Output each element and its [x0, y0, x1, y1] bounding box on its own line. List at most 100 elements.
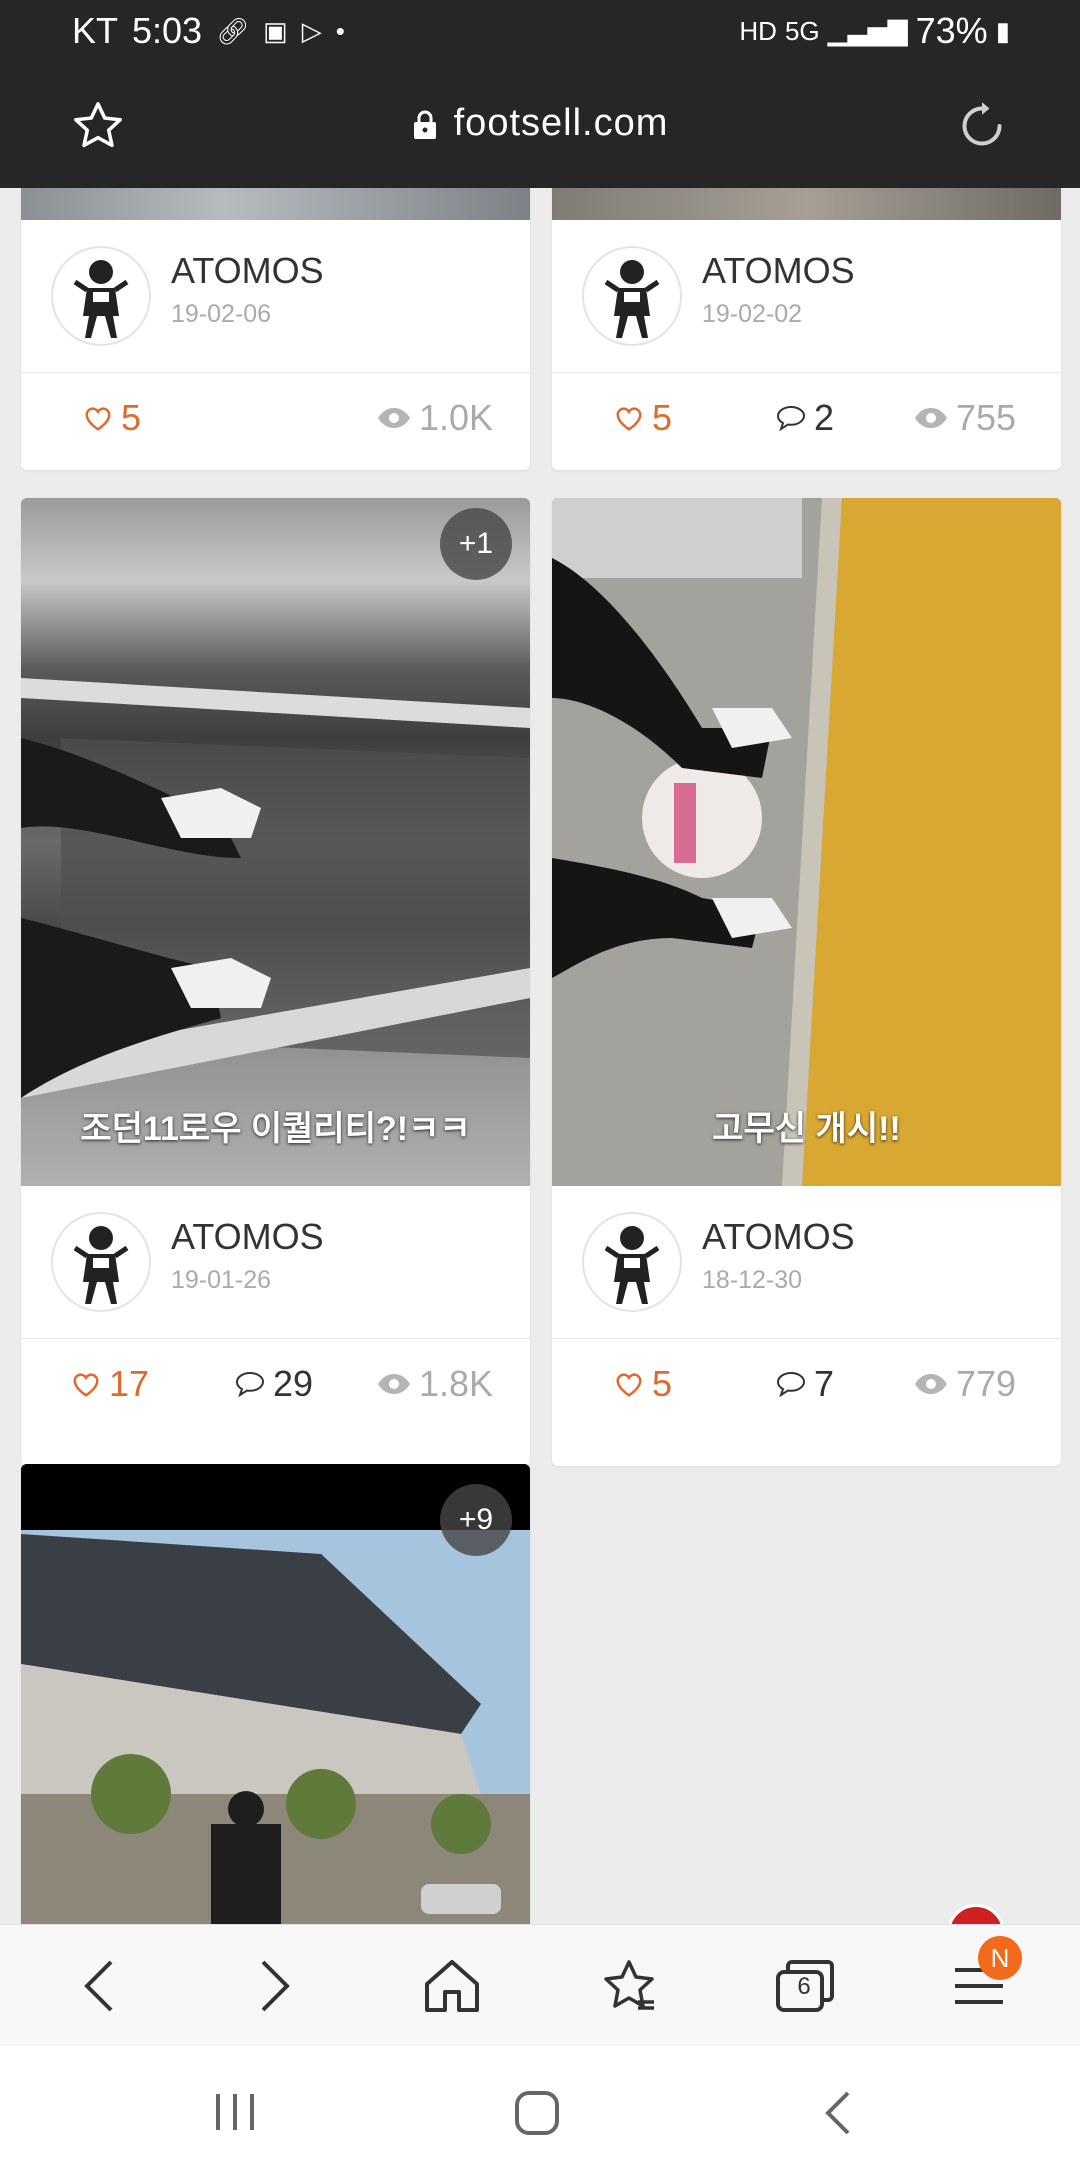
- extra-images-badge: +1: [440, 508, 512, 580]
- notification-icon: ▷: [301, 15, 322, 46]
- tabs-button[interactable]: 6: [770, 1951, 840, 2021]
- system-navigation-bar: [0, 2046, 1080, 2175]
- stats-row: 5 2 755: [552, 373, 1061, 467]
- post-card[interactable]: ATOMOS 19-02-02 5 2 755: [552, 188, 1061, 470]
- author-row[interactable]: ATOMOS 19-02-02: [552, 220, 1061, 373]
- like-count[interactable]: 17: [71, 1363, 149, 1405]
- avatar[interactable]: [51, 246, 151, 346]
- post-date: 19-02-06: [171, 300, 272, 328]
- author-row[interactable]: ATOMOS 18-12-30: [552, 1186, 1061, 1339]
- home-icon: [425, 1960, 479, 2012]
- eye-icon: [915, 1374, 947, 1394]
- heart-icon: [73, 1373, 99, 1397]
- author-row[interactable]: ATOMOS 19-02-06: [21, 220, 530, 373]
- post-date: 19-02-02: [702, 300, 803, 328]
- eye-icon: [378, 1374, 410, 1394]
- chevron-right-icon: [261, 1960, 290, 2012]
- like-value: 17: [109, 1363, 150, 1404]
- post-feed[interactable]: ATOMOS 19-02-06 5 1.0K ATOMOS 19-02-02 5…: [0, 188, 1080, 1924]
- dot-icon: •: [335, 15, 345, 46]
- stats-row: 5 1.0K: [21, 373, 530, 467]
- post-thumbnail[interactable]: [21, 188, 530, 220]
- post-caption: 고무신 개시!!: [712, 1110, 901, 1148]
- view-count: 1.0K: [377, 397, 493, 439]
- bookmark-list-icon: [604, 1960, 654, 2010]
- status-bar: KT 5:03 🔗︎ ▣ ▷ • HD 5G ▁▃▅▇ 73% ▮: [0, 0, 1080, 62]
- back-button[interactable]: [64, 1951, 134, 2021]
- like-count[interactable]: 5: [614, 397, 672, 439]
- view-value: 755: [956, 397, 1017, 438]
- comment-icon: [235, 1371, 265, 1397]
- post-thumbnail[interactable]: +1 조던11로우 이퀄리티?!ㅋㅋ: [21, 498, 530, 1186]
- stats-row: 5 7 779: [552, 1339, 1061, 1433]
- avatar[interactable]: [51, 1212, 151, 1312]
- like-value: 5: [652, 1363, 673, 1404]
- like-value: 5: [121, 397, 142, 438]
- hd-icon: HD: [739, 15, 777, 46]
- recent-apps-icon[interactable]: [214, 2092, 256, 2132]
- reload-icon[interactable]: [952, 96, 1012, 156]
- author-name: ATOMOS: [171, 1216, 324, 1257]
- comment-count[interactable]: 7: [776, 1363, 834, 1405]
- avatar[interactable]: [582, 1212, 682, 1312]
- comment-value: 2: [814, 397, 835, 438]
- view-value: 1.8K: [419, 1363, 494, 1404]
- clock: 5:03: [132, 10, 203, 51]
- post-thumbnail[interactable]: [552, 188, 1061, 220]
- view-value: 779: [956, 1363, 1017, 1404]
- author-name: ATOMOS: [702, 1216, 855, 1257]
- chevron-left-icon: [84, 1960, 113, 2012]
- post-thumbnail[interactable]: +9: [21, 1464, 530, 1924]
- post-card[interactable]: ATOMOS 19-02-06 5 1.0K: [21, 188, 530, 470]
- url-text: footsell.com: [453, 102, 669, 144]
- battery-icon: ▮: [995, 15, 1010, 46]
- post-date: 19-01-26: [171, 1266, 272, 1294]
- heart-icon: [616, 1373, 642, 1397]
- avatar[interactable]: [582, 246, 682, 346]
- menu-new-badge: N: [978, 1936, 1022, 1980]
- bookmarks-button[interactable]: [594, 1951, 664, 2021]
- gallery-icon: ▣: [263, 15, 288, 46]
- forward-button[interactable]: [240, 1951, 310, 2021]
- system-back-icon[interactable]: [822, 2090, 852, 2136]
- view-count: 779: [914, 1363, 1016, 1405]
- view-count: 1.8K: [377, 1363, 493, 1405]
- post-card[interactable]: +9: [21, 1464, 530, 1924]
- carrier-label: KT: [72, 10, 119, 51]
- comment-value: 7: [814, 1363, 835, 1404]
- post-caption: 조던11로우 이퀄리티?!ㅋㅋ: [80, 1110, 471, 1148]
- 5g-icon: 5G: [784, 15, 820, 46]
- comment-count[interactable]: 2: [776, 397, 834, 439]
- heart-icon: [616, 407, 642, 431]
- stats-row: 17 29 1.8K: [21, 1339, 530, 1433]
- post-card[interactable]: +1 조던11로우 이퀄리티?!ㅋㅋ ATOMOS 19-01-26 17 29…: [21, 498, 530, 1466]
- like-count[interactable]: 5: [614, 1363, 672, 1405]
- eye-icon: [915, 408, 947, 428]
- platform-photo: [552, 498, 1061, 1186]
- post-card[interactable]: 고무신 개시!! ATOMOS 18-12-30 5 7 779: [552, 498, 1061, 1466]
- author-row[interactable]: ATOMOS 19-01-26: [21, 1186, 530, 1339]
- author-name: ATOMOS: [171, 250, 324, 291]
- escalator-photo: [21, 678, 530, 1098]
- comment-value: 29: [273, 1363, 314, 1404]
- lock-icon: [413, 110, 436, 139]
- browser-toolbar: 6: [0, 1924, 1080, 2047]
- eye-icon: [378, 408, 410, 428]
- like-value: 5: [652, 397, 673, 438]
- comment-icon: [776, 1371, 806, 1397]
- post-thumbnail[interactable]: 고무신 개시!!: [552, 498, 1061, 1186]
- home-button[interactable]: [417, 1951, 487, 2021]
- extra-images-badge: +9: [440, 1484, 512, 1556]
- post-date: 18-12-30: [702, 1266, 803, 1294]
- signal-icon: ▁▃▅▇: [827, 15, 908, 46]
- comment-icon: [776, 405, 806, 431]
- author-name: ATOMOS: [702, 250, 855, 291]
- url-bar: footsell.com: [0, 62, 1080, 188]
- like-count[interactable]: 5: [83, 397, 141, 439]
- comment-count[interactable]: 29: [235, 1363, 313, 1405]
- view-count: 755: [914, 397, 1016, 439]
- heart-icon: [85, 407, 111, 431]
- address-field[interactable]: footsell.com: [0, 102, 1080, 145]
- home-circle-icon[interactable]: [514, 2090, 560, 2136]
- link-icon: 🔗︎: [216, 15, 250, 46]
